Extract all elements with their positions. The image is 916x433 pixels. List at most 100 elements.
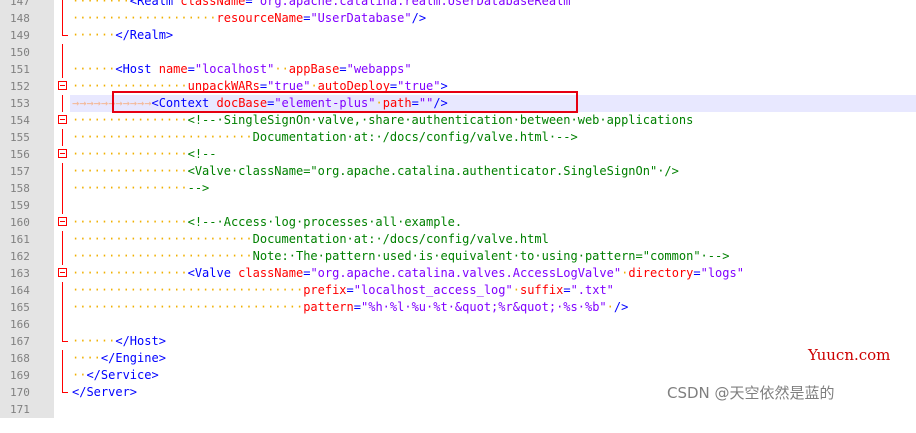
code-text[interactable]: ································pattern=… (72, 299, 628, 316)
code-line[interactable]: 166 (0, 316, 916, 333)
fold-margin (54, 316, 70, 333)
fold-margin (54, 27, 70, 44)
fold-toggle-icon[interactable] (58, 217, 67, 226)
code-line[interactable]: 171 (0, 401, 916, 418)
fold-guide (62, 248, 63, 265)
line-number: 160 (10, 216, 30, 229)
code-text[interactable]: ····················resourceName="UserDa… (72, 10, 426, 27)
whitespace-indent: ······ (72, 334, 116, 348)
fold-margin (54, 10, 70, 27)
code-text[interactable]: ·························Documentation·a… (72, 129, 578, 146)
code-text[interactable]: </Server> (72, 384, 137, 401)
code-line[interactable]: 163 ················<Valve className = "org… (0, 265, 916, 282)
code-token-attr: className (238, 266, 304, 280)
code-text[interactable]: ················<Valve·className="org.ap… (72, 163, 679, 180)
fold-toggle-icon[interactable] (58, 149, 67, 158)
code-line[interactable]: 149 ······</Realm> (0, 27, 916, 44)
line-number-gutter: 162 (0, 248, 54, 265)
code-text[interactable]: ································prefix="… (72, 282, 614, 299)
code-token-attr: appBase (288, 62, 340, 76)
whitespace-indent: ···· (72, 351, 101, 365)
code-token-tag: = (339, 62, 347, 76)
code-token-tag: = (245, 0, 253, 8)
fold-margin[interactable] (54, 214, 70, 231)
whitespace-indent: ················ (72, 215, 188, 229)
code-editor[interactable]: 147 ········<Realm className="org.apache.… (0, 0, 916, 433)
code-line[interactable]: 148 ····················resourceName="Use… (0, 10, 916, 27)
code-line[interactable]: 150 (0, 44, 916, 61)
code-text[interactable]: ················<!--·Access·log·processe… (72, 214, 462, 231)
fold-toggle-icon[interactable] (58, 81, 67, 90)
code-line[interactable]: 167 ······</Host> (0, 333, 916, 350)
code-token-tag: = (187, 62, 195, 76)
code-line[interactable]: 161 ·························Documentatio… (0, 231, 916, 248)
line-number: 156 (10, 148, 30, 161)
whitespace-indent: ······ (72, 62, 116, 76)
fold-guide (62, 197, 63, 214)
code-line[interactable]: 154 ················<!--·SingleSignOn·val… (0, 112, 916, 129)
code-line[interactable]: 159 (0, 197, 916, 214)
code-token-val: "webapps" (346, 62, 412, 76)
code-line[interactable]: 160 ················<!--·Access·log·proce… (0, 214, 916, 231)
code-text[interactable]: ··</Service> (72, 367, 159, 384)
whitespace-indent: ················ (72, 147, 188, 161)
code-text[interactable]: ······</Host> (72, 333, 166, 350)
code-line[interactable]: 157 ················<Valve·className="org… (0, 163, 916, 180)
fold-guide (62, 0, 63, 10)
code-token-val: "%h·%l·%u·%t·&quot;%r&quot;·%s·%b" (361, 300, 607, 314)
whitespace-indent: ························· (72, 249, 253, 263)
line-number: 170 (10, 386, 30, 399)
code-token-val: "localhost_access_log" (353, 283, 513, 297)
code-token-val: "UserDatabase" (310, 11, 412, 25)
code-text[interactable]: ·························Note:·The·patte… (72, 248, 729, 265)
code-text[interactable]: ·························Documentation·a… (72, 231, 549, 248)
code-line[interactable]: 165 ································patte… (0, 299, 916, 316)
code-text[interactable]: ····</Engine> (72, 350, 166, 367)
code-text[interactable]: ················<!--·SingleSignOn·valve,… (72, 112, 693, 129)
code-line[interactable]: 156 ················<!-- (0, 146, 916, 163)
whitespace-indent: ························· (72, 232, 253, 246)
line-number-gutter: 171 (0, 401, 54, 418)
fold-margin (54, 384, 70, 401)
fold-margin (54, 163, 70, 180)
code-token-tag: </Service> (86, 368, 159, 382)
line-number-gutter: 153 (0, 95, 54, 112)
fold-margin[interactable] (54, 265, 70, 282)
code-text[interactable]: ········<Realm className="org.apache.cat… (72, 0, 578, 10)
fold-guide (62, 163, 63, 180)
fold-toggle-icon[interactable] (58, 268, 67, 277)
code-token-cmt: <!-- (187, 147, 217, 161)
code-text[interactable]: ······<Host name="localhost"··appBase="w… (72, 61, 412, 78)
fold-margin[interactable] (54, 78, 70, 95)
fold-margin[interactable] (54, 112, 70, 129)
fold-margin[interactable] (54, 146, 70, 163)
code-token-cmt: Note:·The·pattern·used·is·equivalent·to·… (252, 249, 730, 263)
code-text[interactable]: ······</Realm> (72, 27, 173, 44)
whitespace-indent: ················ (72, 113, 188, 127)
line-number-gutter: 157 (0, 163, 54, 180)
code-token-val: ".txt" (570, 283, 614, 297)
code-text[interactable]: ················--> (72, 180, 209, 197)
code-line[interactable]: 164 ································prefi… (0, 282, 916, 299)
line-number-gutter: 166 (0, 316, 54, 333)
code-line[interactable]: 155 ·························Documentatio… (0, 129, 916, 146)
code-line[interactable]: 162 ·························Note:·The·pa… (0, 248, 916, 265)
code-text[interactable]: ················<!-- (72, 146, 217, 163)
fold-guide (62, 44, 63, 61)
line-number-gutter: 155 (0, 129, 54, 146)
code-token-ws: ·· (274, 62, 289, 76)
code-token-cmt: <Valve·className="org.apache.catalina.au… (187, 164, 679, 178)
fold-margin (54, 0, 70, 10)
line-number: 149 (10, 29, 30, 42)
code-text[interactable]: ················<Valve className = "org.ap… (72, 265, 744, 282)
code-line[interactable]: 158 ················--> (0, 180, 916, 197)
line-number-gutter: 164 (0, 282, 54, 299)
code-line[interactable]: 168 ····</Engine> (0, 350, 916, 367)
line-number-gutter: 154 (0, 112, 54, 129)
fold-toggle-icon[interactable] (58, 115, 67, 124)
code-line[interactable]: 147 ········<Realm className="org.apache.… (0, 0, 916, 10)
code-line[interactable]: 151 ······<Host name="localhost"··appBase… (0, 61, 916, 78)
line-number-gutter: 152 (0, 78, 54, 95)
line-number: 158 (10, 182, 30, 195)
whitespace-indent: ········ (72, 0, 130, 8)
